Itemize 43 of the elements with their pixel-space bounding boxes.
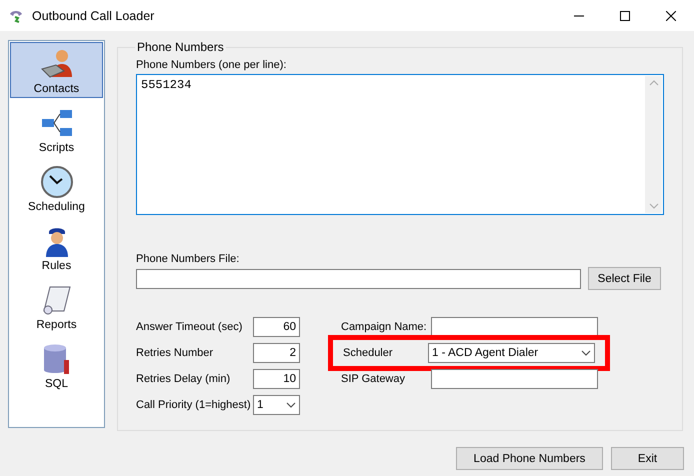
chevron-down-icon (581, 350, 591, 356)
sidebar-item[interactable]: Scripts (10, 101, 103, 157)
sidebar-item[interactable]: SQL (10, 337, 103, 393)
field-label: Answer Timeout (sec) (136, 321, 242, 333)
chevron-up-icon (648, 80, 658, 86)
field-label: Scheduler (343, 347, 393, 359)
clock-icon (40, 165, 74, 199)
text-area[interactable]: 5551234 (136, 74, 664, 215)
dropdown[interactable]: 1 - ACD Agent Dialer (428, 343, 595, 363)
field-label: Phone Numbers (one per line): (136, 59, 288, 71)
sidebar-label: Rules (42, 260, 72, 272)
sidebar-label: SQL (44, 378, 68, 390)
maximize-icon (620, 10, 630, 20)
field-label: Campaign Name: (341, 321, 427, 333)
load-button[interactable]: Load Phone Numbers (456, 447, 603, 470)
field-label: Call Priority (1=highest) (136, 399, 251, 411)
sidebar-item[interactable]: Rules (10, 219, 103, 275)
scroll-bar[interactable] (645, 76, 662, 213)
field-label: Retries Number (136, 347, 214, 359)
window-title: Outbound Call Loader (32, 8, 156, 22)
input-field[interactable] (431, 317, 598, 337)
sidebar-item[interactable]: Scheduling (10, 160, 103, 216)
sidebar-label: Scheduling (28, 201, 85, 213)
sidebar-item[interactable]: Contacts (10, 42, 103, 98)
group-title: Phone Numbers (136, 40, 225, 54)
field-label: SIP Gateway (341, 373, 405, 385)
input-field[interactable]: 10 (253, 369, 300, 389)
field-label: Retries Delay (min) (136, 373, 230, 385)
sidebar-label: Reports (36, 319, 77, 331)
input-field[interactable]: 2 (253, 343, 300, 363)
input-field[interactable] (431, 369, 598, 389)
chevron-down-icon (286, 402, 296, 408)
sidebar-label: Scripts (38, 142, 74, 154)
input-field[interactable]: 60 (253, 317, 300, 337)
input-field[interactable] (136, 268, 581, 288)
exit-button[interactable]: Exit (611, 447, 684, 470)
sidebar-label: Contacts (34, 83, 80, 95)
dropdown[interactable]: 1 (253, 395, 300, 415)
chevron-down-icon (648, 203, 658, 209)
sidebar-item[interactable]: Reports (10, 278, 103, 334)
field-label: Phone Numbers File: (136, 253, 240, 265)
select-file-button[interactable]: Select File (588, 267, 661, 290)
close-icon (666, 10, 676, 20)
